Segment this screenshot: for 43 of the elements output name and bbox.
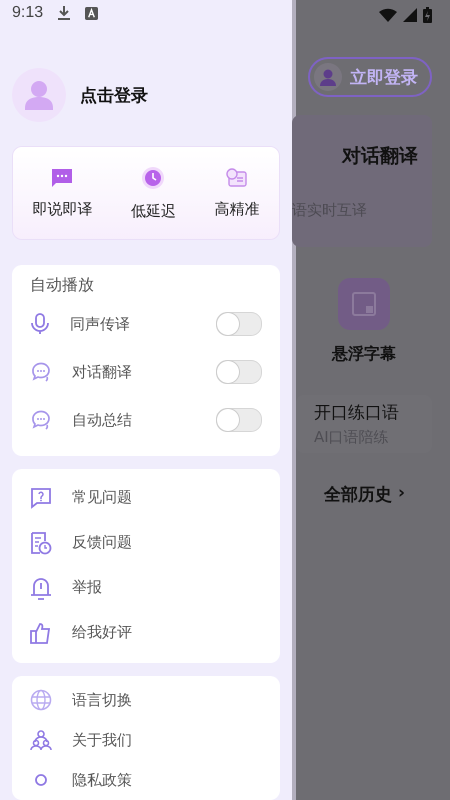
card-title: 开口练口语: [314, 402, 400, 424]
menu-item[interactable]: 关于我们: [72, 730, 262, 750]
document-icon: [225, 168, 250, 188]
chat-bubbles-icon: [30, 409, 52, 431]
setting-label: 对话翻译: [72, 362, 133, 382]
feature-label: 低延迟: [130, 202, 176, 221]
avatar-icon[interactable]: [12, 68, 66, 122]
wifi-icon: [379, 8, 397, 22]
feature-label: 悬浮字幕: [332, 344, 396, 365]
toggle-switch[interactable]: [216, 360, 262, 384]
feature-label: 高精准: [214, 200, 260, 219]
menu-item[interactable]: 举报: [72, 578, 262, 597]
menu-item[interactable]: 反馈问题: [72, 533, 262, 552]
menu-item[interactable]: 语言切换: [72, 690, 262, 710]
setting-label: 同声传译: [70, 314, 131, 334]
chat-bubbles-icon: [30, 361, 52, 383]
login-link[interactable]: 点击登录: [80, 84, 148, 107]
status-time: 9:13: [12, 4, 44, 22]
section-title: 自动播放: [30, 275, 95, 296]
menu-item[interactable]: 常见问题: [72, 488, 262, 507]
battery-icon: [423, 7, 432, 23]
setting-label: 自动总结: [72, 410, 133, 430]
globe-icon: [30, 689, 52, 711]
clock-icon: [141, 166, 166, 190]
microphone-icon: [30, 313, 50, 335]
download-icon: [57, 5, 72, 22]
toggle-switch[interactable]: [216, 408, 262, 432]
menu-item[interactable]: 隐私政策: [72, 770, 262, 790]
chat-icon: [50, 168, 74, 188]
feature-label: 即说即译: [32, 200, 92, 219]
user-icon: [314, 63, 342, 91]
alert-icon: [30, 576, 52, 600]
toggle-switch[interactable]: [216, 312, 262, 336]
menu-item[interactable]: 给我好评: [72, 623, 262, 642]
thumbs-up-icon: [30, 622, 52, 644]
card-title: 对话翻译: [342, 144, 418, 169]
signal-icon: [403, 8, 417, 22]
help-icon: [30, 486, 52, 508]
document-clock-icon: [30, 530, 52, 554]
subtitle-window-icon[interactable]: [338, 278, 390, 330]
people-icon: [30, 729, 52, 751]
history-link[interactable]: 全部历史 ›: [296, 483, 406, 506]
keyboard-icon: [85, 6, 98, 20]
